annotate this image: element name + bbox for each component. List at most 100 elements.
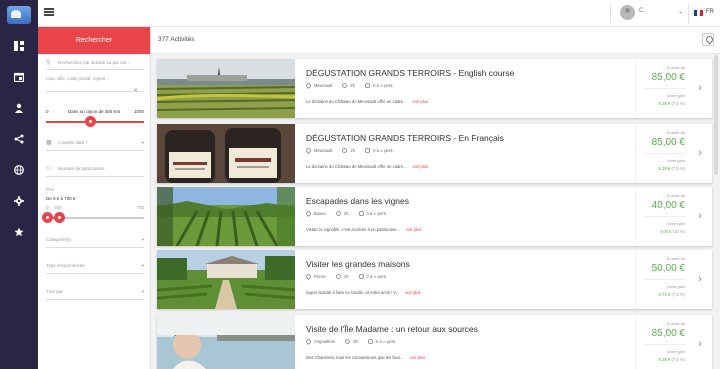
user-name[interactable]: C. bbox=[639, 8, 645, 14]
activity-meta: Angoulême 3h 0 à ∞ pers. bbox=[304, 337, 396, 346]
grid-icon[interactable] bbox=[0, 32, 38, 59]
results-count: 377 Activités bbox=[158, 36, 195, 43]
activity-meta: Prinze 1h 0 à ∞ pers. bbox=[304, 272, 387, 281]
gain-label: Votre gain bbox=[666, 158, 685, 163]
field-underline bbox=[46, 69, 144, 70]
gain-label: Votre gain bbox=[666, 284, 685, 289]
location-icon bbox=[304, 272, 313, 281]
activity-title[interactable]: DÉGUSTATION GRANDS TERROIRS - English co… bbox=[306, 68, 514, 78]
sidebar-rail bbox=[0, 0, 38, 369]
star-icon[interactable] bbox=[0, 218, 38, 245]
chevron-right-icon[interactable]: › bbox=[695, 208, 705, 224]
activity-description: Visitez le vignoble, c'est accéder à un … bbox=[306, 227, 422, 232]
clear-icon[interactable]: × bbox=[134, 88, 144, 94]
activity-description: Le domaine du Château de Meursault offre… bbox=[306, 99, 429, 104]
user-icon[interactable] bbox=[0, 94, 38, 121]
people-icon bbox=[358, 274, 364, 279]
field-underline bbox=[46, 91, 144, 92]
people-icon bbox=[358, 211, 364, 216]
price-box: À partir de 50,00 € Votre gain 3,75 € (7… bbox=[635, 250, 691, 309]
date-select[interactable]: ▦ A quelle date ? ▾ bbox=[46, 140, 144, 146]
experience-select[interactable]: Type d'expériences ▾ bbox=[46, 263, 144, 268]
field-underline bbox=[46, 150, 144, 151]
activity-title[interactable]: Visiter les grandes maisons bbox=[306, 259, 410, 269]
chevron-right-icon[interactable]: › bbox=[695, 271, 705, 287]
clock-icon bbox=[342, 148, 348, 153]
activity-title[interactable]: DÉGUSTATION GRANDS TERROIRS - En Françai… bbox=[306, 133, 504, 143]
results-area: 377 Activités DÉGUSTATION GRANDS TERROIR… bbox=[151, 27, 720, 369]
activity-price: 85,00 € bbox=[651, 137, 685, 148]
activity-title[interactable]: Visite de l'Île Madame : un retour aux s… bbox=[306, 324, 478, 334]
price-prefix: À partir de bbox=[666, 256, 685, 261]
price-box: À partir de 85,00 € Votre gain 6,38 € (7… bbox=[635, 124, 691, 183]
location-icon bbox=[304, 146, 313, 155]
activity-photo bbox=[157, 124, 295, 183]
price-range: De 0 € à 700 € bbox=[46, 196, 76, 201]
chevron-down-icon: ▾ bbox=[141, 140, 144, 145]
see-more-link[interactable]: voir plus bbox=[410, 355, 426, 360]
activity-card[interactable]: Escapades dans les vignes Buxeu 1h 0 à ∞… bbox=[157, 187, 712, 246]
gear-icon[interactable] bbox=[0, 187, 38, 214]
activity-description: Le domaine du Château de Meursault offre… bbox=[306, 164, 429, 169]
search-panel-title: Rechercher bbox=[38, 27, 150, 54]
location-input[interactable]: Lieu, ville, code postal, region... bbox=[46, 76, 144, 81]
calendar-icon[interactable] bbox=[0, 63, 38, 90]
people-icon: ⚇ bbox=[46, 166, 52, 172]
search-input[interactable]: ⚲ Recherchez par activité ou par ent... bbox=[46, 60, 144, 66]
avatar[interactable] bbox=[620, 5, 635, 20]
price-divider bbox=[644, 88, 685, 89]
top-bar: C. ⌄ FR bbox=[38, 0, 720, 27]
price-min-handle[interactable] bbox=[42, 212, 53, 223]
radius-label: Dans un rayon de 450 Km bbox=[68, 109, 121, 114]
activity-price: 40,00 € bbox=[651, 200, 685, 211]
price-box: À partir de 85,00 € Votre gain 6,38 € (7… bbox=[635, 315, 691, 369]
see-more-link[interactable]: voir plus bbox=[413, 99, 429, 104]
search-icon: ⚲ bbox=[46, 60, 51, 66]
activity-description: Super activité à faire en famille ou ent… bbox=[306, 290, 421, 295]
field-underline bbox=[46, 176, 144, 177]
activity-card[interactable]: Visiter les grandes maisons Prinze 1h 0 … bbox=[157, 250, 712, 309]
sort-select[interactable]: Trier par ▾ bbox=[46, 289, 144, 294]
activity-meta: Meursault 2h 0 à ∞ pers. bbox=[304, 146, 394, 155]
activity-card[interactable]: DÉGUSTATION GRANDS TERROIRS - En Françai… bbox=[157, 124, 712, 183]
flag-icon[interactable] bbox=[694, 10, 703, 16]
app-logo[interactable] bbox=[0, 0, 38, 30]
location-icon bbox=[304, 337, 313, 346]
participants-input[interactable]: ⚇ Nombre de participants bbox=[46, 166, 144, 172]
price-divider bbox=[644, 216, 685, 217]
radius-slider-handle[interactable] bbox=[85, 116, 96, 127]
see-more-link[interactable]: voir plus bbox=[413, 164, 429, 169]
category-select[interactable]: Catégorie(s) ▾ bbox=[46, 237, 144, 242]
activity-card[interactable]: DÉGUSTATION GRANDS TERROIRS - English co… bbox=[157, 59, 712, 118]
activity-meta: Buxeu 1h 0 à ∞ pers. bbox=[304, 209, 387, 218]
people-icon bbox=[365, 148, 371, 153]
language-label[interactable]: FR bbox=[706, 9, 714, 15]
map-pin-icon[interactable] bbox=[702, 33, 714, 46]
results-scrollbar[interactable] bbox=[714, 55, 718, 175]
activity-title[interactable]: Escapades dans les vignes bbox=[306, 196, 409, 206]
chevron-right-icon[interactable]: › bbox=[695, 80, 705, 96]
people-icon bbox=[367, 339, 373, 344]
see-more-link[interactable]: voir plus bbox=[405, 290, 421, 295]
chevron-down-icon: ▾ bbox=[141, 237, 144, 242]
share-icon[interactable] bbox=[0, 125, 38, 152]
activity-card[interactable]: Visite de l'Île Madame : un retour aux s… bbox=[157, 315, 712, 369]
chevron-down-icon[interactable]: ⌄ bbox=[678, 8, 683, 15]
calendar-icon: ▦ bbox=[46, 140, 52, 146]
price-divider bbox=[644, 279, 685, 280]
gain-value: 6,38 € (7,5 %) bbox=[658, 357, 685, 362]
price-max-handle[interactable] bbox=[54, 212, 65, 223]
gain-value: 6,38 € (7,5 %) bbox=[658, 166, 685, 171]
field-underline bbox=[46, 299, 144, 300]
chevron-right-icon[interactable]: › bbox=[695, 145, 705, 161]
gain-label: Votre gain bbox=[666, 349, 685, 354]
menu-icon[interactable] bbox=[44, 8, 54, 16]
gain-value: 4,00 € (10 %) bbox=[659, 229, 685, 234]
globe-icon[interactable] bbox=[0, 156, 38, 183]
price-box: À partir de 85,00 € Votre gain 6,38 € (7… bbox=[635, 59, 691, 118]
gain-value: 3,75 € (7,5 %) bbox=[658, 292, 685, 297]
see-more-link[interactable]: voir plus bbox=[406, 227, 422, 232]
chevron-right-icon[interactable]: › bbox=[695, 336, 705, 352]
people-icon bbox=[365, 83, 371, 88]
activity-photo bbox=[157, 59, 295, 118]
